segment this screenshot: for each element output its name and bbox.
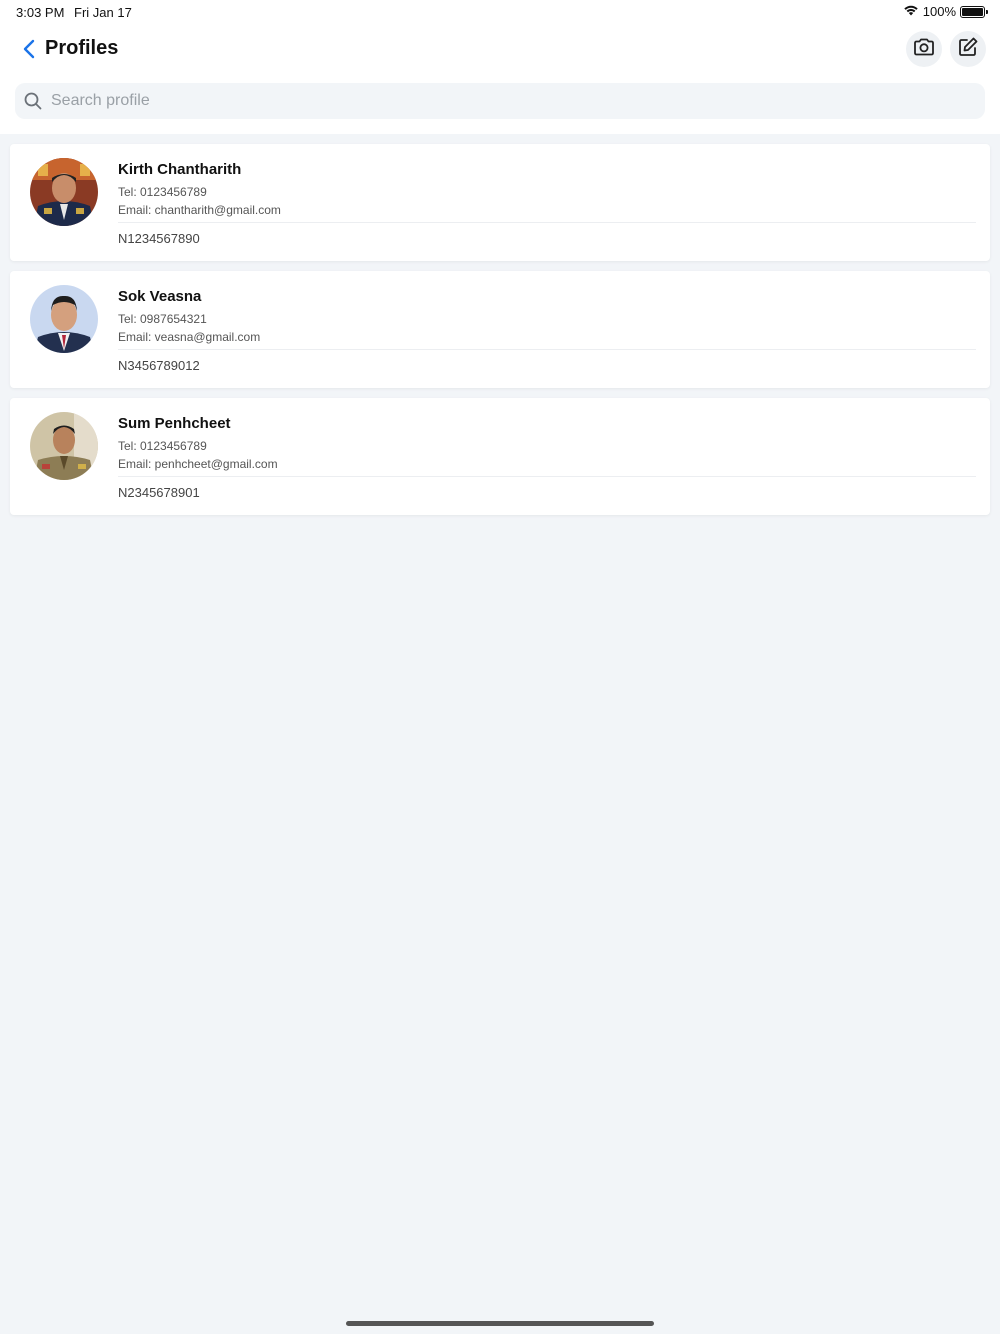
battery-icon — [960, 5, 988, 18]
profile-card[interactable]: Sum Penhcheet Tel: 0123456789 Email: pen… — [10, 398, 990, 515]
profile-email: Email: penhcheet@gmail.com — [118, 457, 278, 471]
home-indicator[interactable] — [346, 1321, 654, 1326]
divider — [118, 476, 976, 477]
search-icon — [23, 91, 43, 111]
profile-tel: Tel: 0987654321 — [118, 312, 207, 326]
status-date: Fri Jan 17 — [74, 5, 132, 20]
profile-tel: Tel: 0123456789 — [118, 439, 207, 453]
profile-name: Kirth Chantharith — [118, 161, 242, 178]
status-bar: 3:03 PM Fri Jan 17 100% — [0, 0, 1000, 24]
profile-id-number: N2345678901 — [118, 485, 200, 500]
camera-icon — [913, 37, 935, 62]
page-title: Profiles — [45, 37, 119, 59]
profile-email: Email: chantharith@gmail.com — [118, 203, 281, 217]
status-indicators: 100% — [903, 4, 988, 19]
search-input[interactable] — [51, 83, 971, 119]
profile-id-number: N3456789012 — [118, 358, 200, 373]
divider — [118, 349, 976, 350]
avatar — [30, 412, 98, 480]
status-time: 3:03 PM — [16, 5, 65, 20]
battery-percent: 100% — [922, 4, 956, 19]
back-button[interactable] — [18, 36, 40, 62]
navigation-bar: Profiles — [0, 28, 1000, 72]
profile-card[interactable]: Kirth Chantharith Tel: 0123456789 Email:… — [10, 144, 990, 261]
divider — [118, 222, 976, 223]
camera-button[interactable] — [906, 31, 942, 67]
wifi-icon — [903, 4, 919, 19]
profile-email: Email: veasna@gmail.com — [118, 330, 261, 344]
profile-list: Kirth Chantharith Tel: 0123456789 Email:… — [10, 144, 990, 525]
edit-icon — [957, 36, 979, 63]
chevron-left-icon — [18, 39, 40, 66]
profile-name: Sum Penhcheet — [118, 415, 231, 432]
profile-id-number: N1234567890 — [118, 231, 200, 246]
profile-card[interactable]: Sok Veasna Tel: 0987654321 Email: veasna… — [10, 271, 990, 388]
profile-name: Sok Veasna — [118, 288, 202, 305]
profile-tel: Tel: 0123456789 — [118, 185, 207, 199]
avatar — [30, 158, 98, 226]
search-bar[interactable] — [15, 83, 985, 119]
header-area: 3:03 PM Fri Jan 17 100% Profiles Search … — [0, 0, 1000, 134]
edit-button[interactable] — [950, 31, 986, 67]
avatar — [30, 285, 98, 353]
